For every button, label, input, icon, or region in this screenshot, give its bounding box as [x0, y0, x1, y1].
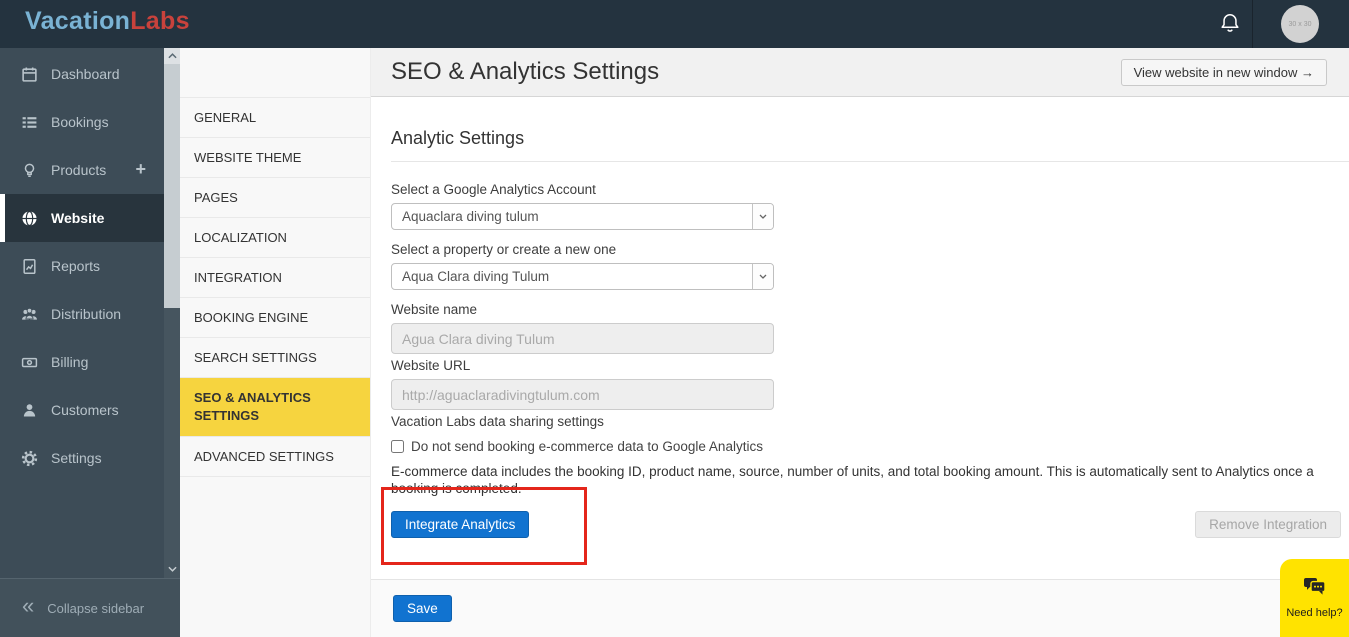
property-select[interactable]: Aqua Clara diving Tulum [391, 263, 774, 290]
sidebar-item-label: Distribution [51, 306, 122, 322]
chevron-down-icon [752, 204, 773, 229]
need-help-widget[interactable]: Need help? [1280, 559, 1349, 637]
sidebar-item-dashboard[interactable]: Dashboard [0, 50, 180, 98]
ecommerce-optout-row: Do not send booking e-commerce data to G… [391, 439, 1349, 454]
property-label: Select a property or create a new one [391, 242, 617, 257]
integration-actions: Integrate Analytics Remove Integration [391, 511, 1349, 538]
top-navbar: VacationLabs 30 x 30 [0, 0, 1349, 48]
menu-item-search-settings[interactable]: SEARCH SETTINGS [180, 338, 370, 378]
globe-icon [20, 209, 38, 227]
sidebar-nav: Dashboard Bookings + Products + [0, 50, 180, 482]
sidebar-item-products[interactable]: Products + [0, 146, 180, 194]
collapse-sidebar-label: Collapse sidebar [47, 600, 145, 616]
main-panel: SEO & Analytics Settings View website in… [371, 48, 1349, 637]
lightbulb-icon [20, 161, 38, 179]
report-icon [20, 257, 38, 275]
sidebar-item-distribution[interactable]: Distribution [0, 290, 180, 338]
sidebar-item-label: Customers [51, 402, 119, 418]
double-chevron-left-icon: « [22, 593, 35, 618]
menu-item-localization[interactable]: LOCALIZATION [180, 218, 370, 258]
data-sharing-label: Vacation Labs data sharing settings [391, 414, 604, 429]
navbar-divider [1252, 0, 1253, 48]
section-title: Analytic Settings [391, 128, 525, 148]
need-help-label: Need help? [1286, 607, 1343, 619]
chat-icon [1303, 577, 1327, 602]
calendar-icon [20, 65, 38, 83]
sidebar-item-reports[interactable]: Reports [0, 242, 180, 290]
logo-part-labs: Labs [130, 7, 190, 35]
user-icon [20, 401, 38, 419]
sidebar-item-website[interactable]: Website [0, 194, 180, 242]
save-button[interactable]: Save [393, 595, 452, 622]
scrollbar-thumb[interactable] [164, 64, 180, 308]
primary-sidebar: Dashboard Bookings + Products + [0, 48, 180, 637]
scroll-up-icon[interactable] [164, 48, 180, 64]
menu-item-general[interactable]: GENERAL [180, 97, 370, 138]
sidebar-item-label: Website [51, 210, 105, 226]
avatar-placeholder-text: 30 x 30 [1288, 20, 1312, 28]
ga-account-label: Select a Google Analytics Account [391, 182, 596, 197]
sidebar-item-customers[interactable]: Customers [0, 386, 180, 434]
scroll-down-icon[interactable] [164, 561, 180, 577]
website-name-label: Website name [391, 302, 478, 317]
gear-icon [20, 449, 38, 467]
ecommerce-optout-label: Do not send booking e-commerce data to G… [411, 439, 763, 454]
remove-integration-button[interactable]: Remove Integration [1195, 511, 1341, 538]
ecommerce-note: E-commerce data includes the booking ID,… [391, 464, 1314, 496]
sidebar-item-label: Reports [51, 258, 101, 274]
menu-item-advanced-settings[interactable]: ADVANCED SETTINGS [180, 437, 370, 477]
menu-item-website-theme[interactable]: WEBSITE THEME [180, 138, 370, 178]
list-icon [20, 113, 38, 131]
page-title: SEO & Analytics Settings [391, 58, 660, 85]
form-footer: Save [371, 579, 1349, 637]
page-header: SEO & Analytics Settings View website in… [371, 48, 1349, 97]
vacationlabs-logo[interactable]: VacationLabs [25, 7, 190, 36]
sidebar-item-label: Billing [51, 354, 89, 370]
ecommerce-optout-checkbox[interactable] [391, 440, 404, 453]
website-settings-menu: GENERAL WEBSITE THEME PAGES LOCALIZATION… [180, 48, 371, 637]
ga-account-select[interactable]: Aquaclara diving tulum [391, 203, 774, 230]
collapse-sidebar-button[interactable]: « Collapse sidebar [0, 578, 180, 637]
menu-item-pages[interactable]: PAGES [180, 178, 370, 218]
chevron-down-icon [752, 264, 773, 289]
view-website-button[interactable]: View website in new window → [1120, 58, 1327, 86]
website-name-input[interactable] [391, 323, 774, 354]
sidebar-item-label: Bookings [51, 114, 109, 130]
add-product-button[interactable]: + [135, 159, 146, 180]
section-divider [391, 161, 1349, 162]
analytics-settings-form: Analytic Settings Select a Google Analyt… [371, 128, 1349, 538]
website-url-input[interactable] [391, 379, 774, 410]
sidebar-item-settings[interactable]: Settings [0, 434, 180, 482]
menu-item-booking-engine[interactable]: BOOKING ENGINE [180, 298, 370, 338]
group-icon [20, 305, 38, 323]
logo-part-vacation: Vacation [25, 7, 131, 35]
avatar[interactable]: 30 x 30 [1281, 5, 1319, 43]
website-url-label: Website URL [391, 358, 471, 373]
sidebar-item-label: Settings [51, 450, 102, 466]
property-selected-value: Aqua Clara diving Tulum [402, 269, 550, 284]
bell-icon[interactable] [1217, 11, 1243, 37]
ga-account-selected-value: Aquaclara diving tulum [402, 209, 539, 224]
menu-item-seo-analytics-settings[interactable]: SEO & ANALYTICS SETTINGS [180, 378, 370, 437]
sidebar-item-billing[interactable]: Billing [0, 338, 180, 386]
integrate-analytics-button[interactable]: Integrate Analytics [391, 511, 530, 538]
sidebar-item-bookings[interactable]: Bookings + [0, 98, 180, 146]
sidebar-item-label: Dashboard [51, 66, 120, 82]
menu-item-integration[interactable]: INTEGRATION [180, 258, 370, 298]
banknote-icon [20, 353, 38, 371]
sidebar-item-label: Products [51, 162, 107, 178]
